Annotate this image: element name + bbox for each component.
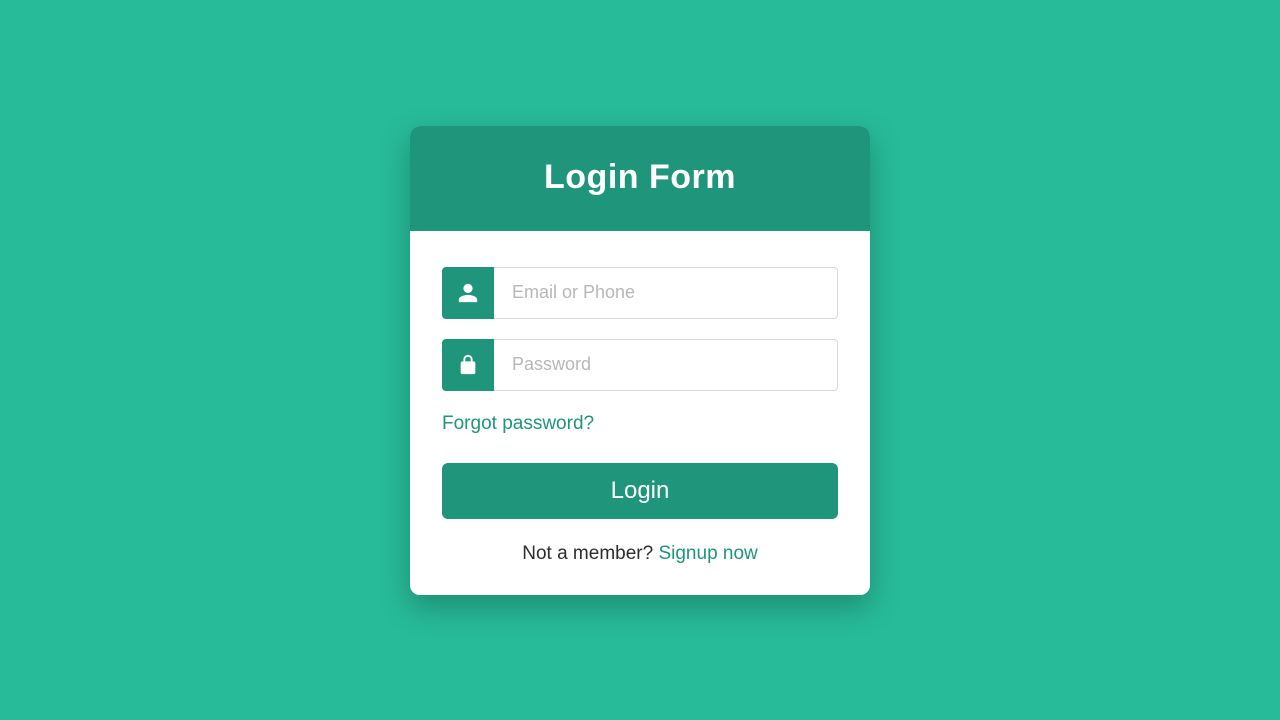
card-header: Login Form bbox=[410, 126, 870, 231]
signup-row: Not a member? Signup now bbox=[442, 543, 838, 565]
login-card: Login Form Forgot password? Login Not a … bbox=[410, 126, 870, 595]
email-row bbox=[442, 267, 838, 319]
login-button[interactable]: Login bbox=[442, 463, 838, 519]
signup-link[interactable]: Signup now bbox=[658, 543, 757, 564]
card-title: Login Form bbox=[430, 158, 850, 197]
forgot-password-link[interactable]: Forgot password? bbox=[442, 413, 594, 435]
card-body: Forgot password? Login Not a member? Sig… bbox=[410, 231, 870, 595]
password-row bbox=[442, 339, 838, 391]
not-member-label: Not a member? bbox=[522, 543, 658, 564]
password-input[interactable] bbox=[494, 339, 838, 391]
email-input[interactable] bbox=[494, 267, 838, 319]
lock-icon bbox=[442, 339, 494, 391]
user-icon bbox=[442, 267, 494, 319]
